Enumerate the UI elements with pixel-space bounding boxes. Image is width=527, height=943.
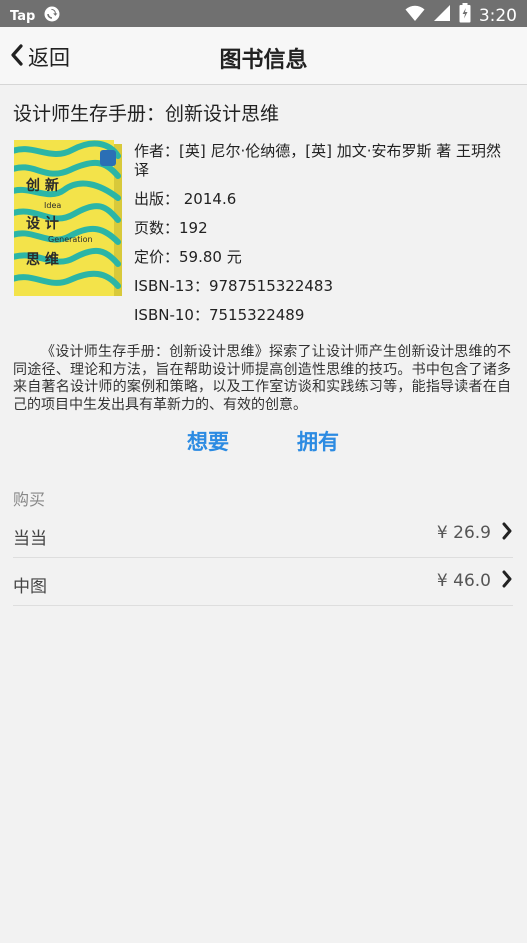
book-published: 出版： 2014.6	[134, 190, 237, 208]
store-name: 中图	[13, 577, 47, 597]
book-title: 设计师生存手册：创新设计思维	[13, 103, 280, 125]
signal-icon	[433, 4, 451, 27]
chevron-right-icon	[501, 570, 513, 592]
cover-title-line-2: 设 计	[26, 215, 59, 232]
wifi-icon	[405, 4, 425, 27]
book-cover: 创 新 Idea 设 计 Generation 思 维	[7, 140, 122, 296]
cover-subtitle-line-2: Generation	[48, 235, 93, 244]
book-pages: 页数：192	[134, 219, 208, 237]
want-button[interactable]: 想要	[187, 426, 229, 456]
store-price: ¥ 26.9	[436, 523, 491, 543]
own-button[interactable]: 拥有	[297, 426, 339, 456]
book-isbn10: ISBN-10：7515322489	[134, 306, 305, 324]
nav-bar: 返回 图书信息	[0, 27, 527, 85]
cover-title-line-3: 思 维	[26, 251, 59, 268]
store-name: 当当	[13, 529, 47, 549]
page-title: 图书信息	[219, 48, 308, 73]
book-price: 定价：59.80 元	[134, 248, 242, 266]
store-row-dangdang[interactable]: 当当 ¥ 26.9	[13, 510, 513, 558]
status-bar: Tap 3:20	[0, 0, 527, 27]
status-app-label: Tap	[10, 8, 36, 24]
book-author: 作者：[英] 尼尔·伦纳德，[英] 加文·安布罗斯 著 王玥然 译	[134, 142, 502, 179]
chevron-right-icon	[501, 522, 513, 544]
book-isbn13: ISBN-13：9787515322483	[134, 277, 334, 295]
book-summary: 《设计师生存手册：创新设计思维》探索了让设计师产生创新设计思维的不同途径、理论和…	[13, 344, 511, 413]
cover-title-line-1: 创 新	[25, 177, 59, 194]
clock: 3:20	[478, 5, 517, 26]
battery-icon	[459, 3, 471, 28]
store-row-zhongtu[interactable]: 中图 ¥ 46.0	[13, 558, 513, 606]
store-price: ¥ 46.0	[436, 571, 491, 591]
book-info: 作者：[英] 尼尔·伦纳德，[英] 加文·安布罗斯 著 王玥然 译 出版： 20…	[134, 142, 506, 335]
sync-icon	[43, 5, 61, 27]
purchase-section-label: 购买	[13, 490, 46, 509]
cover-subtitle-line-1: Idea	[44, 201, 61, 210]
